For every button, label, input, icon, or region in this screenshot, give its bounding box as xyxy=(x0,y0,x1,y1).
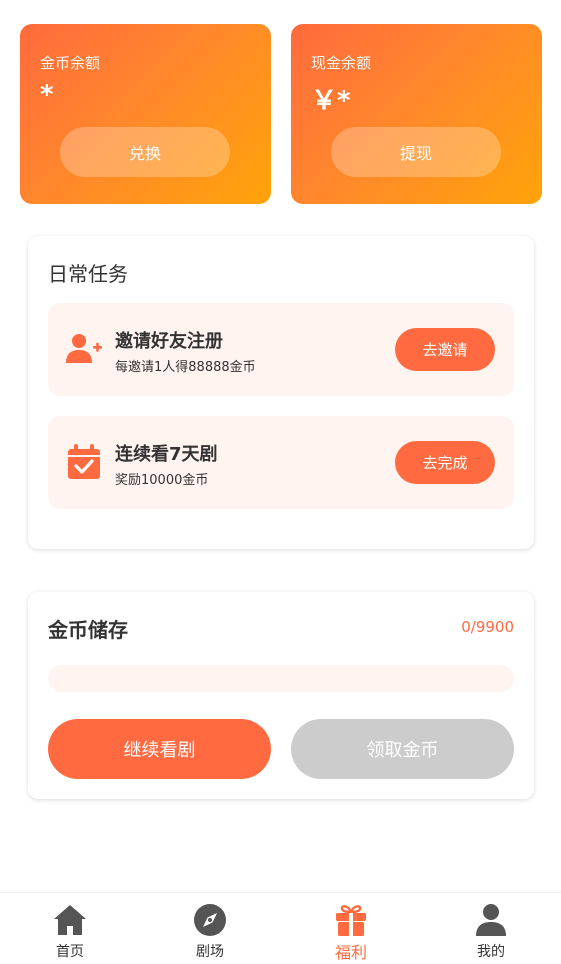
task-invite-friends: 邀请好友注册 每邀请1人得88888金币 去邀请 xyxy=(48,303,514,396)
complete-button[interactable]: 去完成 xyxy=(395,441,495,484)
coin-balance-card: 金币余额 * 兑换 xyxy=(20,24,271,204)
task-watch-7-days: 连续看7天剧 奖励10000金币 去完成 xyxy=(48,416,514,509)
calendar-check-icon xyxy=(68,444,100,479)
continue-watching-button[interactable]: 继续看剧 xyxy=(48,719,271,779)
coin-storage-count: 0/9900 xyxy=(461,618,514,636)
nav-item-home[interactable]: 首页 xyxy=(0,893,140,964)
nav-item-mine[interactable]: 我的 xyxy=(421,893,561,964)
user-icon xyxy=(476,904,506,936)
invite-button[interactable]: 去邀请 xyxy=(395,328,495,371)
gift-icon xyxy=(336,905,366,936)
home-icon xyxy=(54,905,86,935)
nav-label: 首页 xyxy=(56,944,84,960)
withdraw-button[interactable]: 提现 xyxy=(331,127,501,177)
bottom-nav: 首页 剧场 福利 我的 xyxy=(0,892,561,964)
task-title: 连续看7天剧 xyxy=(115,444,218,465)
add-user-icon xyxy=(66,334,102,363)
coin-balance-value: * xyxy=(40,80,54,110)
cash-balance-card: 现金余额 ￥* 提现 xyxy=(291,24,542,204)
nav-label: 福利 xyxy=(334,943,367,962)
cash-balance-value: ￥* xyxy=(311,86,351,116)
nav-label: 我的 xyxy=(477,944,505,960)
nav-item-theater[interactable]: 剧场 xyxy=(140,893,280,964)
task-title: 邀请好友注册 xyxy=(115,331,223,352)
welfare-page: 金币余额 * 兑换 现金余额 ￥* 提现 日常任务 邀请好友注册 每邀请1人得8… xyxy=(0,0,561,964)
coin-balance-label: 金币余额 xyxy=(40,54,101,72)
claim-coins-button[interactable]: 领取金币 xyxy=(291,719,514,779)
exchange-button[interactable]: 兑换 xyxy=(60,127,230,177)
nav-item-welfare[interactable]: 福利 xyxy=(281,893,421,964)
task-description: 奖励10000金币 xyxy=(115,473,209,488)
daily-tasks-panel: 日常任务 邀请好友注册 每邀请1人得88888金币 去邀请 连续看7天剧 奖励1… xyxy=(28,236,534,549)
nav-label: 剧场 xyxy=(196,944,224,960)
coin-storage-panel: 金币储存 0/9900 继续看剧 领取金币 xyxy=(28,592,534,799)
coin-storage-progress-bar xyxy=(48,665,514,692)
compass-icon xyxy=(194,904,226,936)
cash-balance-label: 现金余额 xyxy=(311,54,372,72)
task-description: 每邀请1人得88888金币 xyxy=(115,360,256,375)
coin-storage-title: 金币储存 xyxy=(48,618,128,642)
daily-tasks-title: 日常任务 xyxy=(48,262,128,286)
